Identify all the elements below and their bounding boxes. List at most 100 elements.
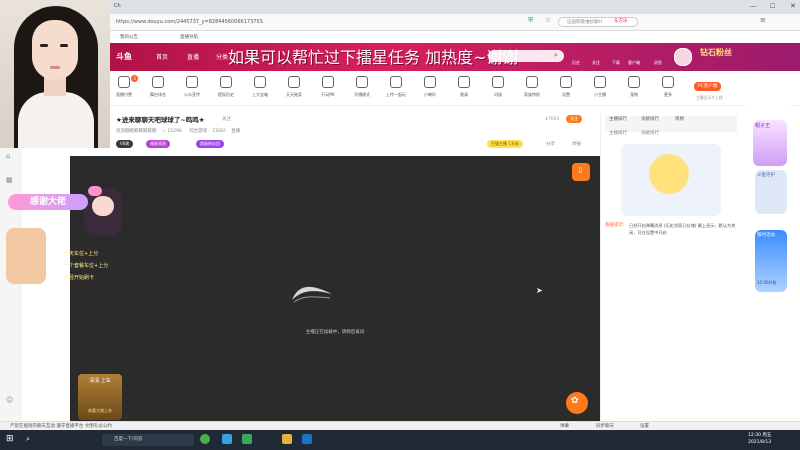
feature-icon-item[interactable]: 问候 [486, 76, 510, 98]
user-icon[interactable]: ☺ [6, 396, 13, 404]
nav-home[interactable]: 首页 [156, 52, 168, 61]
steam-taskbar-icon[interactable] [302, 434, 312, 444]
status-sync[interactable]: 同步聊天 [596, 423, 614, 429]
status-left-text: 严禁在规则内聊天互动 遵守直播平台 文明礼仪公约 [10, 424, 112, 429]
room-tag[interactable]: 关注 [222, 116, 231, 122]
hot-count: 15296 [167, 129, 182, 134]
folder-taskbar-icon[interactable] [282, 434, 292, 444]
tab-contribution[interactable]: 贡献排行 [641, 116, 659, 122]
taskbar-search[interactable]: 百度一下/问答 [102, 434, 194, 446]
feature-icon [118, 76, 130, 88]
feature-icon-item[interactable]: 小喇叭 [418, 76, 442, 98]
url-input[interactable]: https://www.douyu.com/2445737_y=82844560… [116, 17, 516, 27]
feature-icon-item[interactable]: 行动PK [316, 76, 340, 98]
feature-icon [322, 76, 334, 88]
feature-icon-item[interactable]: 上传一起玩 [384, 76, 408, 98]
feature-icon-label: 公众宣传 [184, 92, 200, 97]
feature-icon [458, 76, 470, 88]
room-meta: 泡泡糖鲸鲸鲸鲸鲸鲸 ♨ 15296 综合游戏 CSGO 直播 [116, 128, 240, 134]
notice-label: 系统提示: [605, 223, 625, 228]
feature-icon-item[interactable]: 上大宝箱 [248, 76, 272, 98]
browser-tab-bar: Ch — ☐ ✕ [110, 0, 800, 14]
follow-icon[interactable]: 关注 [592, 60, 600, 66]
feature-icon [526, 76, 538, 88]
feature-icon-item[interactable]: 设置 [554, 76, 578, 98]
search-icon[interactable]: ⌕ [554, 51, 558, 60]
mouse-cursor-icon: ➤ [536, 286, 543, 295]
app-taskbar-icon[interactable] [222, 434, 232, 444]
feature-icon-label: 小主播 [594, 92, 606, 97]
search-placeholder: 这国际歌谁抄歌H [567, 20, 602, 25]
windows-start-icon[interactable]: ⊞ [6, 434, 14, 444]
feature-icon-item[interactable]: 更多 [656, 76, 680, 98]
meta-category[interactable]: 综合游戏 [189, 129, 207, 134]
site-search-input[interactable] [488, 50, 564, 62]
browser-taskbar-icon[interactable] [200, 434, 210, 444]
maximize-icon[interactable]: ☐ [770, 3, 775, 10]
gift-card[interactable]: 清清 上车 恭喜大佬上车 [78, 374, 122, 420]
close-icon[interactable]: ✕ [790, 2, 796, 10]
feature-icon-item[interactable]: 舞台排名 [146, 76, 170, 98]
avatar[interactable] [674, 48, 692, 66]
feature-icon [288, 76, 300, 88]
feature-icon-item[interactable]: 宠物 [622, 76, 646, 98]
room-title: ★进来聊聊天吧球球了~鸣鸣★ [116, 116, 205, 124]
report-button[interactable]: 举报 [572, 141, 581, 147]
feature-icon-label: 更多 [664, 92, 672, 97]
browser-tab[interactable]: Ch [114, 3, 121, 9]
menu-icon[interactable]: ≡ [760, 16, 766, 24]
feature-icon [356, 76, 368, 88]
download-icon[interactable]: 下载 [612, 60, 620, 66]
clock-date: 2021/8/13 [748, 440, 772, 445]
feature-icon-label: 邀请 [460, 92, 468, 97]
pc-client-button[interactable]: PC客户端 [694, 82, 722, 91]
feature-icon-item[interactable]: 邀请 [452, 76, 476, 98]
rank-tab[interactable]: 贡献排行 [641, 130, 659, 136]
history-icon[interactable]: 历史 [572, 60, 580, 66]
feature-icon-item[interactable]: 开播模式 [350, 76, 374, 98]
message-icon[interactable]: 消息 [654, 60, 662, 66]
feature-icon-item[interactable]: 公众宣传 [180, 76, 204, 98]
feature-icon [560, 76, 572, 88]
feature-icon-item[interactable]: 天天抽奖 [282, 76, 306, 98]
tab-rank[interactable]: 主播排行 [609, 116, 627, 122]
client-icon[interactable]: 客户端 [628, 60, 640, 66]
rank-tab[interactable]: 主播排行 [609, 130, 627, 136]
streamer-name[interactable]: 泡泡糖鲸鲸鲸鲸鲸鲸 [116, 129, 157, 134]
mascot-bow [88, 186, 102, 196]
ad-price: 15:00开抢 [757, 280, 777, 285]
feature-icon-item[interactable]: 小主播 [588, 76, 612, 98]
site-logo[interactable]: 斗鱼 [116, 51, 132, 62]
share-button[interactable]: 分享 [546, 141, 555, 147]
feature-icon-item[interactable]: 提现历史 [214, 76, 238, 98]
status-danmu[interactable]: 弹幕 [560, 423, 569, 429]
meta-game[interactable]: CSGO [213, 129, 226, 134]
search-icon[interactable]: ⌕ [26, 435, 30, 444]
badge-pill[interactable]: 福星高照 [146, 140, 170, 148]
feature-icon [594, 76, 606, 88]
thanks-banner: 感谢大佬 [8, 194, 88, 210]
follow-button[interactable]: 关注 [566, 115, 582, 123]
nav-category[interactable]: 分类 [216, 52, 228, 61]
bookmark-item[interactable]: 直播导航 [180, 34, 198, 40]
wechat-taskbar-icon[interactable] [242, 434, 252, 444]
feature-icon-label: 设置 [562, 92, 570, 97]
level-pill: V6周 [116, 140, 134, 148]
star-icon[interactable]: ☆ [545, 16, 551, 24]
ad-label: 帽子王 [755, 123, 771, 129]
minimize-icon[interactable]: — [750, 3, 756, 10]
feature-icon [390, 76, 402, 88]
tab-weekly[interactable]: 周榜 [675, 116, 684, 122]
feature-icon-item[interactable]: 家族特权 [520, 76, 544, 98]
home-icon[interactable]: ⌂ [6, 152, 10, 160]
nav-live[interactable]: 直播 [187, 52, 199, 61]
category-icon[interactable]: ▦ [6, 176, 13, 184]
badge-pill[interactable]: 超级粉丝团 [196, 140, 224, 148]
feature-icon-label: 天天抽奖 [286, 92, 302, 97]
ad-label: 斗鱼守护 [757, 173, 775, 178]
chat-line: 已经开始刷卡 [64, 275, 95, 281]
shield-icon[interactable]: ⛨ [528, 16, 533, 25]
rank-badge: 百强主播 1天前 [487, 140, 523, 148]
bookmark-item[interactable]: 我的公告 [120, 34, 138, 40]
status-settings[interactable]: 设置 [640, 423, 649, 429]
